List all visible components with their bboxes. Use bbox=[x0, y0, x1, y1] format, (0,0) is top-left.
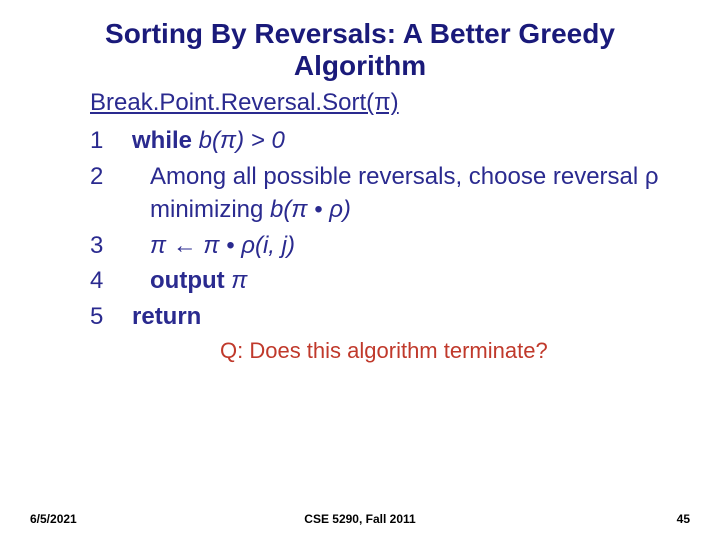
keyword-while: while bbox=[132, 127, 192, 154]
line-number: 4 bbox=[70, 264, 132, 298]
line-text: while b(π) > 0 bbox=[132, 124, 690, 158]
question-text: Q: Does this algorithm terminate? bbox=[70, 336, 690, 367]
algo-line-5: 5 return bbox=[70, 300, 690, 334]
algorithm-block: Break.Point.Reversal.Sort(π) 1 while b(π… bbox=[0, 86, 720, 366]
algo-line-3: 3 π ← π • ρ(i, j) bbox=[70, 229, 690, 263]
keyword-return: return bbox=[132, 303, 201, 330]
slide-title: Sorting By Reversals: A Better Greedy Al… bbox=[0, 0, 720, 86]
algo-line-4: 4 output π bbox=[70, 264, 690, 298]
line-number: 1 bbox=[70, 124, 132, 158]
line-text: return bbox=[132, 300, 690, 334]
function-header: Break.Point.Reversal.Sort(π) bbox=[70, 86, 690, 120]
line-2a: Among all possible reversals, choose rev… bbox=[150, 163, 659, 224]
slide: Sorting By Reversals: A Better Greedy Al… bbox=[0, 0, 720, 540]
line-2-text: Among all possible reversals, choose rev… bbox=[132, 160, 690, 227]
line-4-text: output π bbox=[132, 264, 247, 298]
slide-footer: 6/5/2021 CSE 5290, Fall 2011 45 bbox=[0, 512, 720, 526]
algo-line-2: 2 Among all possible reversals, choose r… bbox=[70, 160, 690, 227]
expr: π bbox=[225, 267, 248, 294]
line-number: 2 bbox=[70, 160, 132, 194]
line-number: 3 bbox=[70, 229, 132, 263]
keyword-output: output bbox=[150, 267, 225, 294]
line-2b: b(π • ρ) bbox=[270, 196, 351, 223]
expr: b(π) > 0 bbox=[192, 127, 285, 154]
line-text: π ← π • ρ(i, j) bbox=[132, 229, 690, 263]
line-number: 5 bbox=[70, 300, 132, 334]
line-3-text: π ← π • ρ(i, j) bbox=[132, 229, 295, 263]
line-text: Among all possible reversals, choose rev… bbox=[132, 160, 690, 227]
line-text: output π bbox=[132, 264, 690, 298]
footer-course: CSE 5290, Fall 2011 bbox=[0, 512, 720, 526]
algo-line-1: 1 while b(π) > 0 bbox=[70, 124, 690, 158]
